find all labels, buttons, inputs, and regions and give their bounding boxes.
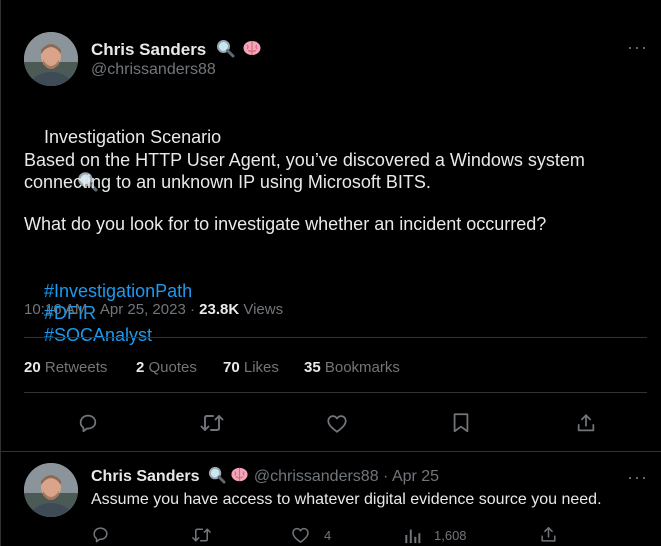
author-handle[interactable]: @chrissanders88 [91,61,216,79]
reply-header: Chris Sanders @chrissanders88 · Apr 25 [91,465,439,489]
retweets-label: Retweets [44,359,108,376]
retweets-stat[interactable]: 20 Retweets [24,359,107,376]
likes-count: 70 [223,359,240,376]
more-options-icon[interactable]: ··· [627,38,648,56]
reply-view-count: 1,608 [434,528,467,543]
retweets-count: 20 [24,359,41,376]
views-label: Views [243,301,284,318]
author-name-text[interactable]: Chris Sanders [91,40,206,59]
reply-author-handle[interactable]: @chrissanders88 [254,468,379,485]
tweet-date[interactable]: Apr 25, 2023 [100,301,186,318]
quotes-stat[interactable]: 2 Quotes [136,359,197,376]
views-icon[interactable] [403,526,422,544]
reply-like-count: 4 [324,528,332,543]
quotes-label: Quotes [148,359,197,376]
likes-label: Likes [243,359,279,376]
hashtag-link[interactable]: #SOCAnalyst [44,325,152,345]
brain-icon [230,465,249,489]
reply-icon[interactable] [77,412,99,434]
magnifier-icon [207,465,226,489]
reply-icon[interactable] [91,525,110,544]
meta-separator: · [91,301,97,318]
divider [24,337,647,338]
bookmark-icon[interactable] [451,412,471,434]
quotes-count: 2 [136,359,145,376]
bookmarks-stat[interactable]: 35 Bookmarks [304,359,400,376]
retweet-icon[interactable] [191,526,212,544]
share-icon[interactable] [575,412,597,434]
brain-icon [242,38,262,63]
reply-author-name[interactable]: Chris Sanders [91,468,199,485]
like-icon[interactable] [326,413,348,434]
like-icon[interactable] [291,526,310,544]
share-icon[interactable] [539,525,558,544]
tweet-paragraph-1: Based on the HTTP User Agent, you’ve dis… [24,150,585,192]
meta-separator: · [383,468,389,486]
divider [24,392,647,393]
reply-avatar[interactable] [24,463,78,517]
tweet-meta: 10:16 AM · Apr 25, 2023 · 23.8K Views [24,301,283,318]
meta-separator: · [189,301,195,318]
likes-stat[interactable]: 70 Likes [223,359,279,376]
magnifier-icon [215,38,235,63]
author-name[interactable]: Chris Sanders [91,38,262,63]
bookmarks-label: Bookmarks [324,359,400,376]
divider [1,451,661,452]
reply-text: Assume you have access to whatever digit… [91,491,602,508]
tweet-paragraph-2: What do you look for to investigate whet… [24,214,547,234]
more-options-icon[interactable]: ··· [627,468,648,486]
bookmarks-count: 35 [304,359,321,376]
retweet-icon[interactable] [200,412,224,434]
author-avatar[interactable] [24,32,78,86]
tweet-title-text: Investigation Scenario [44,127,222,147]
tweet-time[interactable]: 10:16 AM [24,301,87,318]
views-count: 23.8K [199,301,240,318]
reply-date[interactable]: Apr 25 [392,468,439,485]
hashtag-link[interactable]: #InvestigationPath [44,281,192,301]
tweet-thread: Chris Sanders @chrissanders88 ··· Invest… [0,0,661,546]
